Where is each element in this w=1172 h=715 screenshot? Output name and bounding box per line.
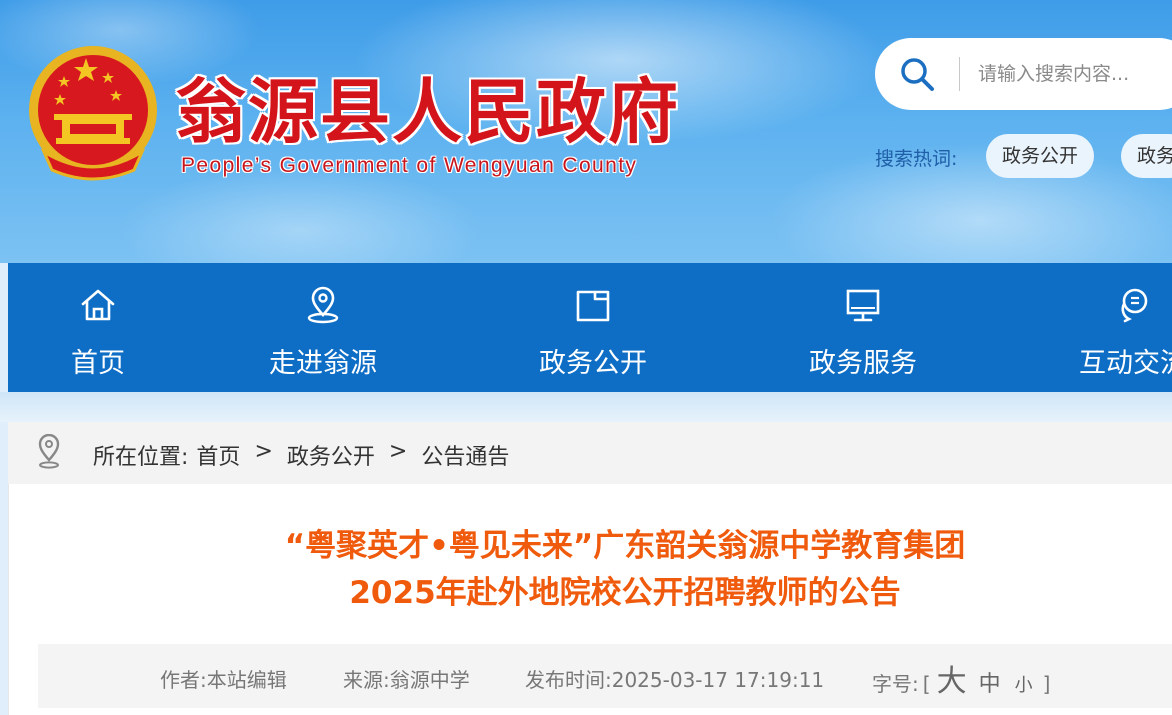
nav-label-gov-service: 政务服务 [809,348,917,379]
location-pin-icon [38,434,60,469]
left-edge [0,263,8,715]
breadcrumb-separator: > [388,439,408,464]
hot-words-label: 搜索热词: [875,148,958,170]
nav-item-gov-affairs[interactable]: 政务公开 [528,263,658,392]
font-size-bracket-open: [ [922,672,931,696]
divider-strip [0,392,1172,422]
article-source: 来源:翁源中学 [343,668,470,692]
nav-label-interaction: 互动交流 [1079,348,1172,379]
search-divider [959,57,960,91]
breadcrumb-prefix: 所在位置: [93,445,189,470]
breadcrumb-separator: > [254,439,273,464]
hot-tag-zhengwu[interactable]: 政务 [1121,134,1172,178]
breadcrumb-home[interactable]: 首页 [196,439,240,471]
breadcrumb-trail: 所在位置: 首页 > 政务公开 > 公告通告 [93,439,509,471]
article-title-line2: 2025年赴外地院校公开招聘教师的公告 [349,575,901,611]
font-size-label: 字号: [872,672,919,696]
search-input[interactable] [978,63,1172,85]
location-icon [307,286,339,324]
nav-item-interaction[interactable]: 互动交流 [1068,263,1172,392]
font-size-control: 字号: [ 大 中 小 ] [872,656,1051,699]
nav-item-about[interactable]: 走进翁源 [258,263,388,392]
font-size-bracket-close: ] [1042,672,1051,696]
font-size-small-button[interactable]: 小 [1015,671,1033,697]
article-published: 发布时间:2025-03-17 17:19:11 [525,668,825,692]
font-size-medium-button[interactable]: 中 [979,666,1001,698]
nav-label-home: 首页 [71,348,125,379]
nav-label-gov-affairs: 政务公开 [539,348,647,379]
national-emblem-icon [29,46,157,181]
home-icon [81,289,115,321]
search-button[interactable] [875,38,959,110]
chat-icon [1121,288,1148,323]
search-icon [901,58,934,91]
main-nav: 首页 走进翁源 政务公开 政务服务 互动交流 [8,263,1172,392]
nav-item-gov-service[interactable]: 政务服务 [798,263,928,392]
monitor-icon [846,289,880,322]
breadcrumb-gov-affairs[interactable]: 政务公开 [287,439,375,471]
search-box [875,38,1172,110]
site-subtitle: People’s Government of Wengyuan County [181,154,638,177]
nav-item-home[interactable]: 首页 [58,263,138,392]
breadcrumb-notices[interactable]: 公告通告 [421,439,509,471]
site-title: 翁源县人民政府 [176,70,680,153]
article-title: “粤聚英才•粤见未来”广东韶关翁源中学教育集团 2025年赴外地院校公开招聘教师… [0,523,1172,617]
article-title-line1: “粤聚英才•粤见未来”广东韶关翁源中学教育集团 [284,528,966,564]
header-banner: 翁源县人民政府 People’s Government of Wengyuan … [0,0,1172,263]
breadcrumb: 所在位置: 首页 > 政务公开 > 公告通告 [8,422,1172,484]
font-size-large-button[interactable]: 大 [937,656,967,700]
article-author: 作者:本站编辑 [160,668,287,692]
hot-tag-zhengwugongkai[interactable]: 政务公开 [986,134,1095,178]
nav-label-about: 走进翁源 [269,348,377,379]
folder-icon [576,290,610,322]
